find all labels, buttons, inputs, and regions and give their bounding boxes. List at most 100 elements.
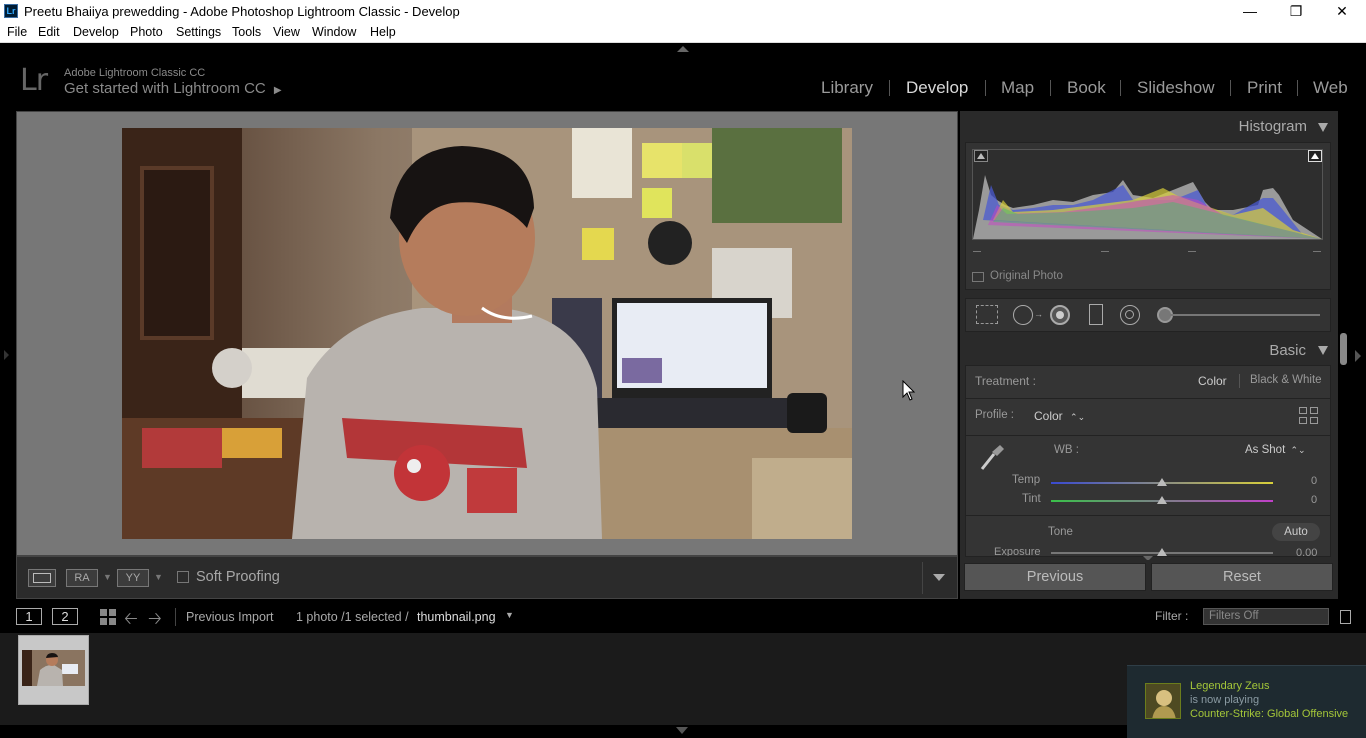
- tint-slider-thumb[interactable]: [1157, 496, 1167, 504]
- stepper-icon: ⌃⌄: [1290, 445, 1306, 455]
- treatment-separator: [1239, 374, 1240, 388]
- menu-settings[interactable]: Settings: [176, 25, 221, 39]
- selected-filename[interactable]: thumbnail.png: [417, 610, 496, 624]
- temp-slider-thumb[interactable]: [1157, 478, 1167, 486]
- crop-icon[interactable]: [976, 305, 998, 324]
- histogram-title[interactable]: Histogram: [1239, 118, 1307, 135]
- divider: [966, 515, 1330, 516]
- module-book[interactable]: Book: [1067, 78, 1106, 98]
- get-started-link[interactable]: Get started with Lightroom CC ▶: [64, 80, 282, 97]
- toolbar-menu-icon[interactable]: [933, 574, 945, 581]
- radial-filter-icon[interactable]: [1120, 305, 1140, 325]
- temp-value[interactable]: 0: [1311, 475, 1317, 487]
- menu-help[interactable]: Help: [370, 25, 396, 39]
- module-separator: [889, 80, 890, 96]
- tint-value[interactable]: 0: [1311, 494, 1317, 506]
- wb-select[interactable]: As Shot ⌃⌄: [1245, 444, 1306, 456]
- menu-view[interactable]: View: [273, 25, 300, 39]
- product-name: Adobe Lightroom Classic CC: [64, 67, 206, 79]
- panel-end-marker: [1143, 556, 1153, 560]
- collapse-basic-icon[interactable]: [1318, 346, 1328, 355]
- thumbnail-image[interactable]: [22, 650, 85, 686]
- forward-arrow-icon[interactable]: 🡢: [148, 606, 162, 635]
- menu-photo[interactable]: Photo: [130, 25, 163, 39]
- collapse-right-panel-icon[interactable]: [1355, 350, 1361, 362]
- toolbar-divider: [922, 562, 923, 594]
- source-label[interactable]: Previous Import: [186, 610, 274, 624]
- loupe-view-button[interactable]: [28, 569, 56, 587]
- basic-title[interactable]: Basic: [1269, 342, 1306, 359]
- module-slideshow[interactable]: Slideshow: [1137, 78, 1215, 98]
- exposure-label: Exposure: [994, 546, 1041, 557]
- restore-button[interactable]: ❐: [1273, 0, 1319, 23]
- profile-label: Profile :: [975, 409, 1014, 421]
- main-window-button[interactable]: 1: [16, 608, 42, 625]
- graduated-filter-icon[interactable]: [1089, 304, 1103, 325]
- profile-browser-icon[interactable]: [1299, 407, 1319, 425]
- right-panel-scrollbar[interactable]: [1340, 333, 1347, 365]
- menu-file[interactable]: File: [7, 25, 27, 39]
- profile-value: Color: [1034, 409, 1063, 423]
- menu-develop[interactable]: Develop: [73, 25, 119, 39]
- menu-edit[interactable]: Edit: [38, 25, 60, 39]
- red-eye-icon[interactable]: [1050, 305, 1070, 325]
- module-print[interactable]: Print: [1247, 78, 1282, 98]
- module-map[interactable]: Map: [1001, 78, 1034, 98]
- menu-window[interactable]: Window: [312, 25, 356, 39]
- auto-tone-button[interactable]: Auto: [1272, 523, 1320, 541]
- friend-name: Legendary Zeus: [1190, 680, 1270, 692]
- close-button[interactable]: ✕: [1319, 0, 1365, 23]
- chevron-down-icon[interactable]: ▼: [103, 572, 112, 582]
- minimize-button[interactable]: —: [1227, 0, 1273, 23]
- before-after-top-bottom-button[interactable]: YY: [117, 569, 149, 587]
- stepper-icon: ⌃⌄: [1070, 412, 1086, 422]
- chevron-down-icon[interactable]: ▼: [154, 572, 163, 582]
- title-bar: Lr Preetu Bhaiiya prewedding - Adobe Pho…: [0, 0, 1366, 23]
- filter-lock-icon[interactable]: [1340, 610, 1351, 624]
- shadow-clipping-toggle[interactable]: [974, 150, 988, 162]
- main-photo[interactable]: [122, 128, 852, 539]
- module-separator: [985, 80, 986, 96]
- expand-left-panel-icon[interactable]: [4, 350, 9, 360]
- lr-logo: Lr: [20, 63, 48, 98]
- histogram-tick: [1101, 251, 1109, 252]
- basic-panel: Treatment : Color Black & White Profile …: [965, 365, 1331, 557]
- divider: [966, 398, 1330, 399]
- exposure-slider-thumb[interactable]: [1157, 548, 1167, 556]
- original-photo-checkbox[interactable]: [972, 272, 984, 282]
- wb-value: As Shot: [1245, 444, 1286, 456]
- treatment-color-option[interactable]: Color: [1198, 374, 1227, 388]
- module-separator: [1230, 80, 1231, 96]
- filter-label: Filter :: [1155, 609, 1189, 623]
- window-title: Preetu Bhaiiya prewedding - Adobe Photos…: [24, 4, 460, 19]
- friend-status: is now playing: [1190, 694, 1260, 706]
- exposure-value[interactable]: 0.00: [1296, 547, 1317, 556]
- original-photo-label: Original Photo: [990, 270, 1063, 282]
- collapse-top-panel-icon[interactable]: [677, 46, 689, 52]
- back-arrow-icon[interactable]: 🡠: [124, 606, 138, 635]
- collapse-histogram-icon[interactable]: [1318, 123, 1328, 132]
- chevron-down-icon[interactable]: ▼: [505, 610, 514, 620]
- highlight-clipping-toggle[interactable]: [1308, 150, 1322, 162]
- soft-proofing-checkbox[interactable]: [177, 571, 189, 583]
- secondary-window-button[interactable]: 2: [52, 608, 78, 625]
- treatment-bw-option[interactable]: Black & White: [1250, 374, 1322, 386]
- treatment-label: Treatment :: [975, 374, 1036, 388]
- menu-tools[interactable]: Tools: [232, 25, 261, 39]
- collapse-filmstrip-icon[interactable]: [676, 727, 688, 734]
- filter-value: Filters Off: [1209, 610, 1259, 622]
- previous-button[interactable]: Previous: [964, 563, 1146, 591]
- module-library[interactable]: Library: [821, 78, 873, 98]
- module-separator: [1297, 80, 1298, 96]
- before-after-left-right-button[interactable]: RA: [66, 569, 98, 587]
- profile-select[interactable]: Color ⌃⌄: [1034, 409, 1085, 423]
- grid-view-icon[interactable]: [100, 609, 116, 625]
- reset-button[interactable]: Reset: [1151, 563, 1333, 591]
- module-develop[interactable]: Develop: [906, 78, 968, 98]
- filter-select[interactable]: Filters Off: [1203, 608, 1329, 625]
- spot-removal-icon[interactable]: [1013, 305, 1033, 325]
- histogram-tick: [1188, 251, 1196, 252]
- wb-eyedropper-icon[interactable]: [978, 442, 1006, 472]
- histogram-chart[interactable]: [972, 149, 1323, 240]
- module-web[interactable]: Web: [1313, 78, 1348, 98]
